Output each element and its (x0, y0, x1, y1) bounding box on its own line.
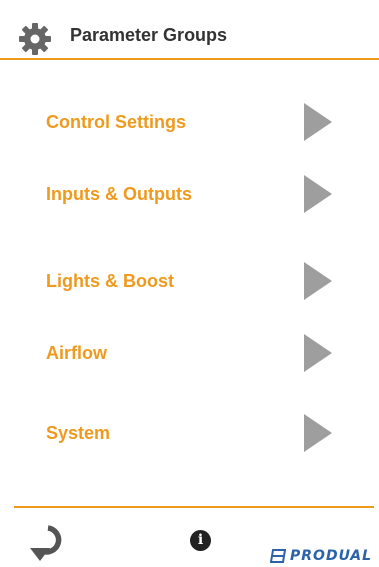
refresh-icon[interactable] (28, 518, 72, 562)
menu-item-airflow[interactable]: Airflow (0, 323, 379, 383)
menu-item-label: Inputs & Outputs (46, 184, 192, 204)
footer-divider (14, 506, 374, 508)
menu-item-label: Control Settings (46, 112, 186, 132)
info-icon[interactable]: i (190, 530, 211, 551)
logo-text: PRODUAL (290, 548, 373, 564)
gear-icon (19, 23, 51, 55)
menu-item-label: Airflow (46, 343, 107, 363)
page-title: Parameter Groups (70, 25, 228, 45)
chevron-right-icon (304, 414, 332, 452)
menu-item-inputs-outputs[interactable]: Inputs & Outputs (0, 164, 379, 224)
menu-item-control-settings[interactable]: Control Settings (0, 92, 379, 152)
menu-item-label: System (46, 423, 111, 443)
brand-logo: PRODUAL (270, 546, 372, 566)
chevron-right-icon (304, 262, 332, 300)
chevron-right-icon (304, 175, 332, 213)
menu-item-label: Lights & Boost (46, 271, 174, 291)
chevron-right-icon (304, 103, 332, 141)
menu-item-system[interactable]: System (0, 403, 379, 463)
chevron-right-icon (304, 334, 332, 372)
header-bar: Parameter Groups (0, 0, 379, 60)
produal-logo-mark (270, 549, 286, 563)
menu-item-lights-boost[interactable]: Lights & Boost (0, 251, 379, 311)
